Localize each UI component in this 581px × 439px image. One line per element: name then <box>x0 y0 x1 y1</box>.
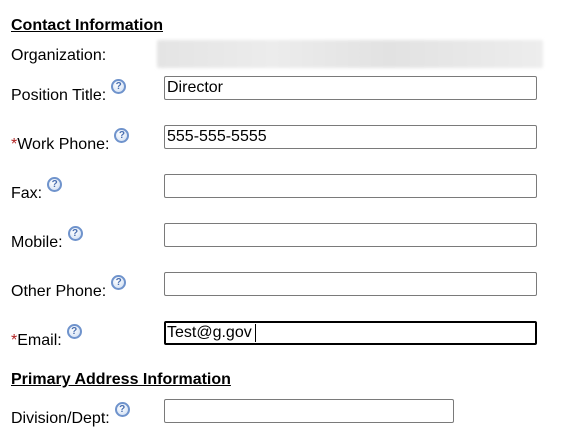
organization-value-redacted <box>157 40 543 68</box>
work-phone-label: Work Phone: <box>17 136 110 153</box>
help-icon[interactable]: ? <box>111 79 127 94</box>
mobile-input[interactable] <box>164 223 537 247</box>
work-phone-row: *Work Phone:? <box>11 128 130 154</box>
help-icon[interactable]: ? <box>67 226 83 241</box>
primary-address-heading: Primary Address Information <box>11 371 231 388</box>
help-icon[interactable]: ? <box>47 177 63 192</box>
division-dept-label: Division/Dept: <box>11 410 110 427</box>
mobile-row: Mobile:? <box>11 226 83 252</box>
fax-input[interactable] <box>164 174 537 198</box>
help-icon[interactable]: ? <box>111 275 127 290</box>
help-icon[interactable]: ? <box>114 128 130 143</box>
work-phone-input[interactable] <box>164 125 537 149</box>
text-caret <box>255 324 256 342</box>
other-phone-label: Other Phone: <box>11 283 107 300</box>
email-input[interactable] <box>164 321 537 345</box>
position-title-row: Position Title:? <box>11 79 127 105</box>
email-row: *Email:? <box>11 324 82 350</box>
contact-information-heading: Contact Information <box>11 17 163 34</box>
organization-label: Organization: <box>11 47 107 64</box>
help-icon[interactable]: ? <box>66 324 82 339</box>
fax-label: Fax: <box>11 185 43 202</box>
other-phone-input[interactable] <box>164 272 537 296</box>
position-title-label: Position Title: <box>11 87 107 104</box>
fax-row: Fax:? <box>11 177 63 203</box>
division-dept-row: Division/Dept:? <box>11 402 130 428</box>
help-icon[interactable]: ? <box>114 402 130 417</box>
mobile-label: Mobile: <box>11 234 63 251</box>
division-dept-input[interactable] <box>164 399 454 423</box>
other-phone-row: Other Phone:? <box>11 275 127 301</box>
position-title-input[interactable] <box>164 76 537 100</box>
email-label: Email: <box>17 332 62 349</box>
